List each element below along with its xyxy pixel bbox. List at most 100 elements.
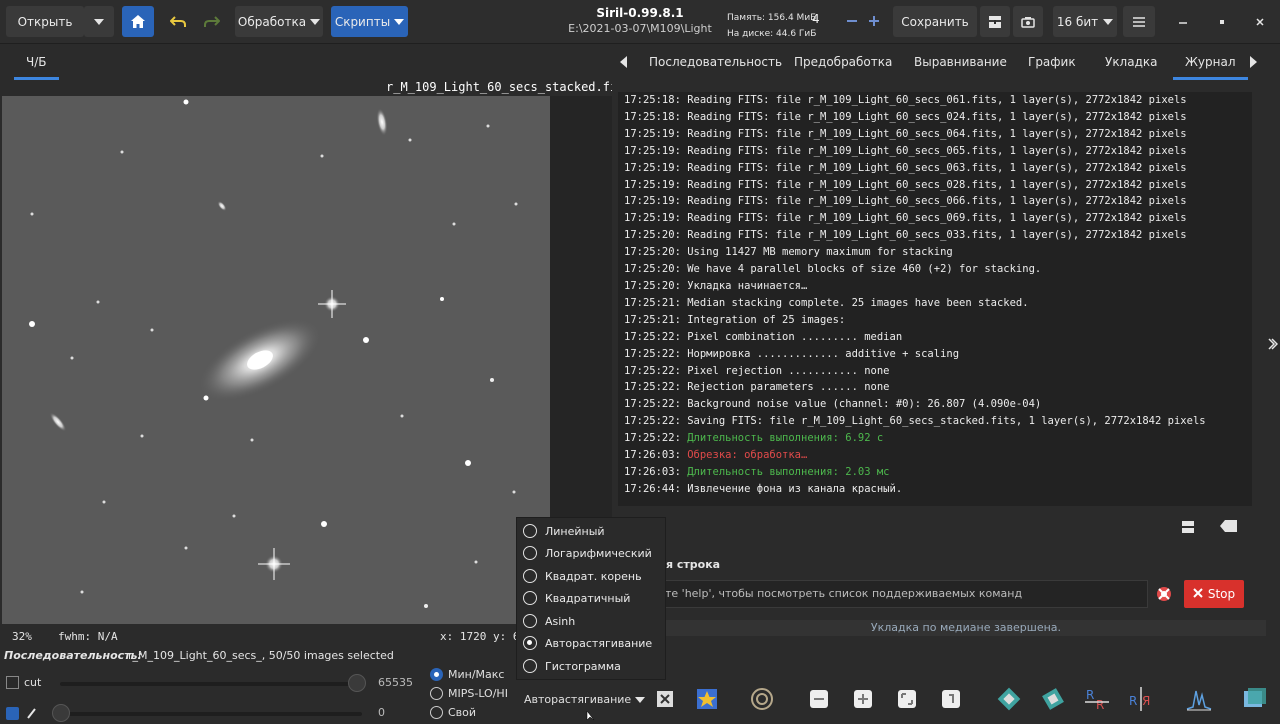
tab-scroll-right-icon[interactable] — [1250, 56, 1258, 71]
log-line: 17:25:18: Reading FITS: file r_M_109_Lig… — [618, 109, 1252, 126]
bitdepth-dropdown[interactable]: 16 бит — [1053, 6, 1117, 37]
stretch-squared[interactable]: Квадратичный — [523, 587, 630, 609]
negative-view-icon[interactable] — [648, 682, 682, 716]
threads-value[interactable]: 4 — [812, 12, 842, 32]
hi-slider-handle[interactable] — [348, 674, 366, 692]
open-button[interactable]: Открыть — [6, 6, 84, 37]
stretch-mode-menu: Линейный Логарифмический Квадрат. корень… — [516, 517, 666, 680]
log-top-pad — [612, 80, 1280, 92]
log-line-text: 17:25:22: Нормировка ............. addit… — [624, 347, 960, 360]
panel-expand-icon[interactable] — [1268, 338, 1279, 353]
save-as-button[interactable] — [980, 6, 1010, 37]
histogram-icon[interactable] — [1182, 682, 1216, 716]
hi-level-slider[interactable] — [60, 682, 362, 686]
stretch-sqrt[interactable]: Квадрат. корень — [523, 565, 642, 587]
option-custom[interactable]: Свой — [430, 706, 476, 719]
stretch-linear[interactable]: Линейный — [523, 520, 605, 542]
snapshot-button[interactable] — [1013, 6, 1043, 37]
stretch-mode-dropdown[interactable]: Авторастягивание — [518, 686, 646, 712]
log-line-text: 17:25:19: Reading FITS: file r_M_109_Lig… — [624, 127, 1187, 140]
plus-icon[interactable] — [868, 14, 880, 31]
app-path: E:\2021-03-07\M109\Light — [568, 22, 712, 35]
redo-button[interactable] — [196, 6, 228, 37]
stop-button[interactable]: Stop — [1184, 580, 1244, 608]
rotate-90-icon[interactable] — [992, 682, 1026, 716]
processing-menu-button[interactable]: Обработка — [235, 6, 323, 37]
stop-label: Stop — [1207, 587, 1236, 601]
rotate-minus-90-icon[interactable] — [1036, 682, 1070, 716]
home-button[interactable] — [122, 6, 154, 37]
log-save-icon[interactable] — [1180, 519, 1196, 538]
minus-frame-icon[interactable] — [802, 682, 836, 716]
log-line: 17:25:18: Reading FITS: file r_M_109_Lig… — [618, 92, 1252, 109]
log-line: 17:25:19: Reading FITS: file r_M_109_Lig… — [618, 143, 1252, 160]
stretch-log[interactable]: Логарифмический — [523, 542, 652, 564]
hamburger-menu-button[interactable] — [1123, 6, 1155, 37]
log-line-text: 17:25:19: Reading FITS: file r_M_109_Lig… — [624, 161, 1187, 174]
option-mips[interactable]: MIPS-LO/HI — [430, 687, 508, 700]
progress-text: Укладка по медиане завершена. — [870, 621, 1062, 634]
progress-bar: Укладка по медиане завершена. — [666, 620, 1266, 636]
eyedropper-icon[interactable] — [26, 706, 38, 723]
log-line: 17:26:03: Обрезка: обработка… — [618, 447, 1252, 464]
radio-icon — [523, 614, 537, 628]
help-lifebuoy-icon[interactable] — [1156, 586, 1172, 605]
plus-frame-icon[interactable] — [846, 682, 880, 716]
log-console: 17:25:18: Reading FITS: file r_M_109_Lig… — [618, 92, 1252, 506]
chevron-down-icon — [394, 18, 405, 25]
cursor-coords: x: 1720 y: 6 — [440, 630, 520, 643]
tab-sequence[interactable]: Последовательность — [649, 44, 782, 80]
color-saturation-icon[interactable] — [690, 682, 724, 716]
mirror-x-icon[interactable]: RR — [1080, 682, 1114, 716]
tab-log[interactable]: Журнал — [1173, 44, 1247, 80]
save-button[interactable]: Сохранить — [893, 6, 977, 37]
log-line: 17:25:20: Reading FITS: file r_M_109_Lig… — [618, 227, 1252, 244]
minus-icon[interactable] — [846, 14, 858, 31]
stretch-histogram[interactable]: Гистограмма — [523, 655, 621, 677]
tab-bw[interactable]: Ч/Б — [14, 44, 58, 80]
image-channel-tabs: Ч/Б — [0, 44, 612, 80]
tab-scroll-left-icon[interactable] — [620, 56, 628, 71]
tab-stacking[interactable]: Укладка — [1105, 44, 1157, 80]
close-icon[interactable] — [1255, 16, 1265, 30]
rotate-frame-icon[interactable] — [934, 682, 968, 716]
minimize-icon[interactable] — [1178, 16, 1188, 30]
tab-registration[interactable]: Выравнивание — [914, 44, 1007, 80]
app-title: Siril-0.99.8.1 — [596, 6, 684, 20]
scripts-menu-button[interactable]: Скрипты — [331, 6, 408, 37]
log-line: 17:25:22: Длительность выполнения: 6.92 … — [618, 430, 1252, 447]
lo-slider-handle[interactable] — [52, 704, 70, 722]
undo-button[interactable] — [162, 6, 194, 37]
maximize-icon[interactable] — [1217, 16, 1227, 30]
recent-files-dropdown[interactable] — [84, 6, 114, 37]
log-line-text: 17:25:19: Reading FITS: file r_M_109_Lig… — [624, 195, 1187, 208]
cut-checkbox[interactable] — [6, 676, 19, 689]
stretch-autostretch-label: Авторастягивание — [545, 636, 653, 650]
log-line: 17:25:22: Pixel rejection ........... no… — [618, 363, 1252, 380]
log-line-text: 17:25:20: We have 4 parallel blocks of s… — [624, 263, 1042, 276]
tab-plot[interactable]: График — [1028, 44, 1076, 80]
lo-level-slider[interactable] — [60, 712, 362, 716]
radio-icon — [523, 524, 537, 538]
link-checkbox[interactable] — [6, 707, 19, 720]
log-line-text: 17:25:22: Pixel rejection ........... no… — [624, 364, 890, 377]
stretch-asinh[interactable]: Asinh — [523, 610, 575, 632]
option-minmax[interactable]: Мин/Макс — [430, 668, 504, 681]
deconvolution-icon[interactable] — [745, 682, 779, 716]
mirror-y-icon[interactable]: RЯ — [1124, 682, 1158, 716]
option-mips-label: MIPS-LO/HI — [448, 687, 508, 700]
log-line-text: 17:25:18: Reading FITS: file r_M_109_Lig… — [624, 110, 1187, 123]
astro-image-view[interactable] — [2, 96, 550, 624]
log-line-text: 17:25:22: Pixel combination ......... me… — [624, 330, 903, 343]
fit-frame-icon[interactable] — [890, 682, 924, 716]
command-line-label: я строка — [666, 558, 721, 571]
svg-text:R: R — [1086, 688, 1094, 702]
hi-value: 65535 — [378, 676, 413, 689]
command-input[interactable]: те 'help', чтобы посмотреть список подде… — [658, 580, 1148, 608]
radio-icon — [523, 569, 537, 583]
image-info-icon[interactable] — [1238, 682, 1272, 716]
range-mode-options: Мин/Макс MIPS-LO/HI Свой — [430, 668, 518, 720]
stretch-autostretch[interactable]: Авторастягивание — [523, 632, 652, 654]
tab-preprocessing[interactable]: Предобработка — [794, 44, 892, 80]
log-clear-icon[interactable] — [1220, 519, 1238, 536]
